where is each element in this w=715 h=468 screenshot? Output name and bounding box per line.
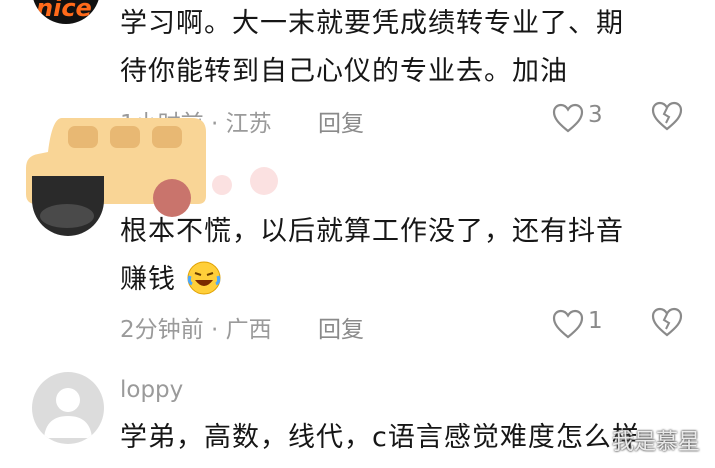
default-user-icon [32,372,104,444]
heart-icon [552,309,584,339]
dislike-button[interactable] [651,307,685,341]
like-button[interactable]: 1 [552,307,612,341]
comment-text: 学习啊。大一末就要凭成绩转专业了、期 待你能转到自己心仪的专业去。加油 [120,2,700,94]
comment-line: 赚钱 [120,264,176,295]
reply-button[interactable]: 回复 [318,310,364,344]
like-button[interactable]: 3 [552,101,612,135]
laughing-emoji-icon [186,260,222,296]
like-count: 1 [588,308,603,334]
broken-heart-icon [651,101,683,131]
comment-line: 根本不慌，以后就算工作没了，还有抖音 [120,216,624,247]
comment-line-2: 赚钱 [120,258,700,302]
comment-line: 待你能转到自己心仪的专业去。加油 [120,56,568,87]
avatar[interactable] [32,372,104,444]
avatar[interactable]: nice. [32,0,100,24]
comment-line: 学习啊。大一末就要凭成绩转专业了、期 [120,8,624,39]
like-count: 3 [588,102,603,128]
heart-icon [552,103,584,133]
comment-text: 根本不慌，以后就算工作没了，还有抖音 赚钱 [120,210,700,302]
broken-heart-icon [651,307,683,337]
dislike-button[interactable] [651,101,685,135]
username[interactable]: loppy [120,377,183,403]
reply-button[interactable]: 回复 [318,104,364,138]
watermark: 我是慕星 [612,430,701,455]
avatar[interactable] [32,176,104,236]
avatar-logo-text: nice. [36,0,100,22]
comment-time-location: 2分钟前 · 广西 [120,317,272,343]
